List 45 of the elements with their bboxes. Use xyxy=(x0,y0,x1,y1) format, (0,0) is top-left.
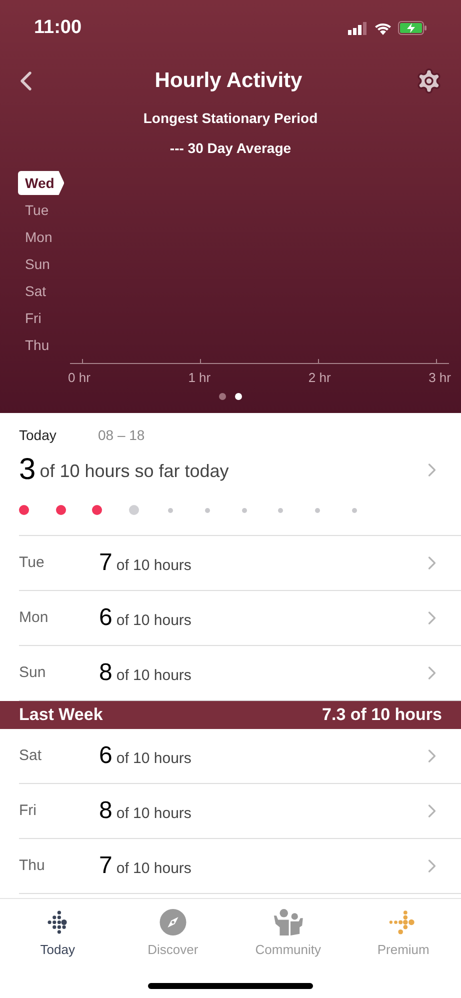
day-label: Sat xyxy=(19,746,43,766)
hours-summary: of 10 hours xyxy=(116,666,192,686)
hours-summary: of 10 hours xyxy=(116,804,192,824)
day-tag[interactable]: Wed xyxy=(18,171,64,195)
week-total: 7.3 of 10 hours xyxy=(322,704,442,726)
day-label[interactable]: Thu xyxy=(25,333,50,357)
hours-summary: of 10 hours xyxy=(116,610,192,631)
tab-bar-item[interactable]: Today xyxy=(0,899,116,959)
day-label[interactable]: Tue xyxy=(25,198,49,222)
day-label[interactable]: Fri xyxy=(25,306,42,330)
day-label: Thu xyxy=(19,856,46,876)
status-time: 11:00 xyxy=(34,16,82,40)
today-label: Today xyxy=(19,426,58,445)
hours-count: 6 xyxy=(99,744,112,768)
day-label[interactable]: Sun xyxy=(25,252,50,276)
hours-count: 7 xyxy=(99,551,112,575)
hours-count: 8 xyxy=(99,799,112,823)
time-range: 08 – 18 xyxy=(98,426,145,445)
day-label: Fri xyxy=(19,800,38,821)
page-title: Hourly Activity xyxy=(154,68,302,94)
compass-icon xyxy=(158,909,188,936)
hours-count: 7 xyxy=(99,854,112,878)
axis-tick-label: 2 hr xyxy=(308,369,331,387)
hours-count: 3 xyxy=(19,454,36,484)
signal-icon xyxy=(348,22,368,34)
wifi-icon xyxy=(374,22,392,34)
chart-legend: --- 30 Day Average xyxy=(0,138,461,159)
axis-tick-label: 0 hr xyxy=(68,369,90,387)
settings-icon[interactable] xyxy=(414,67,443,95)
hours-summary: of 10 hours xyxy=(116,748,192,769)
day-label[interactable]: Sat xyxy=(25,279,46,303)
axis-tick-label: 1 hr xyxy=(188,369,211,387)
hours-summary: of 10 hours so far today xyxy=(40,460,229,483)
chart-subtitle: Longest Stationary Period xyxy=(142,109,319,128)
hours-count: 8 xyxy=(99,661,112,685)
battery-icon xyxy=(398,21,427,35)
hours-count: 6 xyxy=(99,606,112,630)
day-label[interactable]: Mon xyxy=(25,225,52,249)
hours-summary: of 10 hours xyxy=(116,556,192,576)
day-label: Sun xyxy=(19,662,47,683)
axis-tick-label: 3 hr xyxy=(428,369,451,387)
week-title: Last Week xyxy=(19,704,103,726)
day-label: Tue xyxy=(19,552,46,573)
day-label: Mon xyxy=(19,608,50,628)
hours-summary: of 10 hours xyxy=(116,858,192,879)
